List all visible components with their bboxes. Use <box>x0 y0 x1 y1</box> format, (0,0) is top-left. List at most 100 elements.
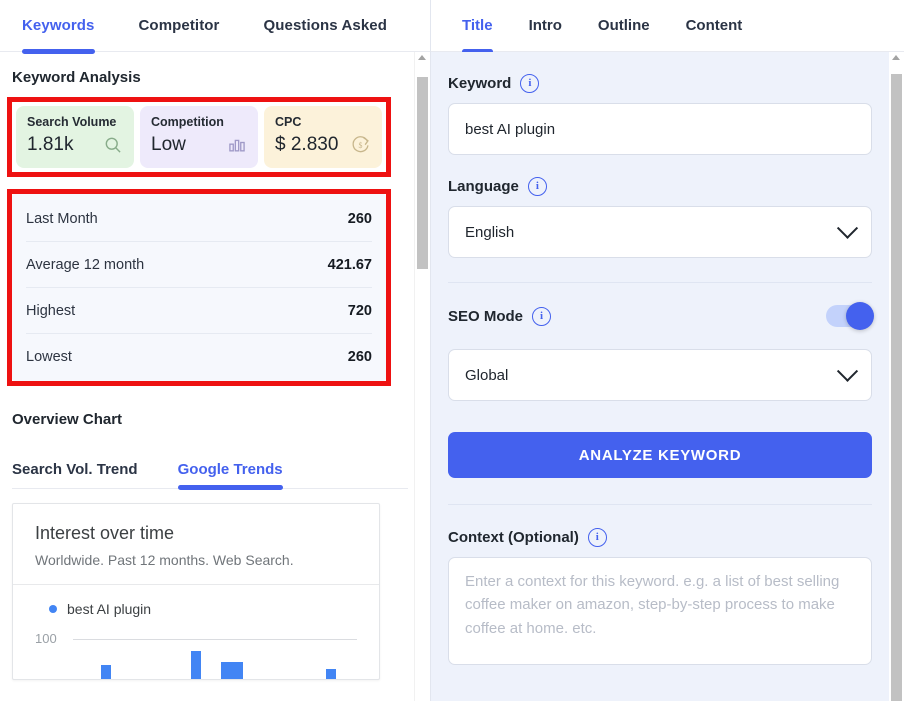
seo-scope-selected-value: Global <box>465 366 509 384</box>
metric-row-search-volume: 1.81k <box>27 134 123 156</box>
keyword-input[interactable]: best AI plugin <box>448 103 872 155</box>
tab-competitor[interactable]: Competitor <box>139 0 220 52</box>
metric-value-competition: Low <box>151 134 186 155</box>
tab-content[interactable]: Content <box>686 0 743 52</box>
trend-card-body: best AI plugin 100 <box>13 585 379 679</box>
divider <box>448 504 872 505</box>
tab-title-label: Title <box>462 17 493 34</box>
language-label: Language <box>448 178 519 195</box>
right-scrollbar[interactable] <box>889 52 904 701</box>
right-tab-bar: Title Intro Outline Content <box>430 0 904 54</box>
panel-divider <box>430 0 431 701</box>
chevron-down-icon <box>836 360 859 382</box>
metric-cards: Search Volume 1.81k Competition Low CPC … <box>16 106 382 168</box>
left-content: Keyword Analysis Search Volume 1.81k Com… <box>0 69 430 680</box>
seo-scope-select[interactable]: Global <box>448 349 872 401</box>
app-root: Keywords Competitor Questions Asked Keyw… <box>0 0 904 701</box>
tab-intro-label: Intro <box>528 17 562 34</box>
left-tab-bar: Keywords Competitor Questions Asked <box>0 0 430 54</box>
stat-value-last-month: 260 <box>347 210 372 227</box>
scroll-up-arrow-icon[interactable] <box>892 55 900 60</box>
trend-card-title: Interest over time <box>35 523 175 543</box>
right-panel: Title Intro Outline Content Keyword i be… <box>430 0 904 701</box>
left-scrollbar-thumb[interactable] <box>417 77 428 269</box>
tab-google-trends[interactable]: Google Trends <box>177 450 283 490</box>
context-textarea[interactable]: Enter a context for this keyword. e.g. a… <box>448 557 872 665</box>
search-icon <box>103 135 123 155</box>
stat-label-average-12-month: Average 12 month <box>26 256 145 273</box>
bar-chart-icon <box>227 135 247 155</box>
trend-card-subtitle: Worldwide. Past 12 months. Web Search. <box>35 551 294 568</box>
stat-label-highest: Highest <box>26 302 76 319</box>
dollar-refresh-icon: $ <box>350 134 371 155</box>
table-row: Last Month 260 <box>26 196 372 242</box>
tab-search-vol-trend[interactable]: Search Vol. Trend <box>12 450 138 488</box>
seo-mode-label: SEO Mode <box>448 307 524 325</box>
language-select[interactable]: English <box>448 206 872 258</box>
info-icon[interactable]: i <box>587 528 607 547</box>
right-content: Keyword i best AI plugin Language i Engl… <box>430 52 904 665</box>
metric-label-cpc: CPC <box>275 115 302 129</box>
stat-label-last-month: Last Month <box>26 210 98 227</box>
tab-outline[interactable]: Outline <box>598 0 650 52</box>
tab-questions-asked-label: Questions Asked <box>263 17 387 34</box>
chart-bars <box>73 640 357 679</box>
legend-label: best AI plugin <box>67 600 152 617</box>
keyword-label-row: Keyword i <box>448 74 872 93</box>
left-panel: Keywords Competitor Questions Asked Keyw… <box>0 0 430 701</box>
seo-mode-label-row: SEO Mode i <box>448 306 552 326</box>
stats-table: Last Month 260 Average 12 month 421.67 H… <box>12 194 386 381</box>
info-icon[interactable]: i <box>520 74 540 93</box>
tab-title[interactable]: Title <box>462 0 493 54</box>
tab-keywords-label: Keywords <box>22 17 95 34</box>
keyword-analysis-title: Keyword Analysis <box>12 69 141 86</box>
tab-competitor-label: Competitor <box>138 17 220 34</box>
chart-bar <box>326 668 336 679</box>
language-label-row: Language i <box>448 177 872 196</box>
trend-card-header: Interest over time Worldwide. Past 12 mo… <box>13 504 379 585</box>
divider <box>448 282 872 283</box>
metric-card-competition[interactable]: Competition Low <box>140 106 258 168</box>
chart-bar <box>191 650 201 679</box>
metric-card-search-volume[interactable]: Search Volume 1.81k <box>16 106 134 168</box>
tab-keywords[interactable]: Keywords <box>22 0 95 54</box>
metric-label-search-volume: Search Volume <box>27 115 117 129</box>
chevron-down-icon <box>836 217 859 239</box>
right-scrollbar-thumb[interactable] <box>891 74 902 701</box>
language-selected-value: English <box>465 223 515 241</box>
table-row: Highest 720 <box>26 288 372 334</box>
metric-value-cpc: $ 2.830 <box>275 134 339 155</box>
table-row: Lowest 260 <box>26 334 372 379</box>
seo-mode-toggle[interactable] <box>826 302 874 330</box>
metric-card-cpc[interactable]: CPC $ 2.830 $ <box>264 106 382 168</box>
google-trends-card: Interest over time Worldwide. Past 12 mo… <box>12 503 380 680</box>
tab-google-trends-label: Google Trends <box>177 460 283 478</box>
svg-text:$: $ <box>359 141 363 150</box>
left-scrollbar[interactable] <box>414 52 430 701</box>
legend-dot-icon <box>49 604 57 613</box>
chart-legend: best AI plugin <box>35 601 357 617</box>
tab-intro[interactable]: Intro <box>529 0 562 52</box>
info-icon[interactable]: i <box>527 177 547 196</box>
tab-content-label: Content <box>685 17 743 34</box>
table-row: Average 12 month 421.67 <box>26 242 372 288</box>
tab-questions-asked[interactable]: Questions Asked <box>264 0 387 52</box>
info-icon[interactable]: i <box>532 306 552 326</box>
right-scroll-area: Keyword i best AI plugin Language i Engl… <box>430 52 904 701</box>
stat-value-average-12-month: 421.67 <box>327 256 372 273</box>
trend-plot: 100 <box>35 631 357 679</box>
seo-mode-row: SEO Mode i <box>448 302 874 330</box>
scroll-up-arrow-icon[interactable] <box>418 55 426 60</box>
chart-bar <box>221 661 243 679</box>
chart-tab-bar: Search Vol. Trend Google Trends <box>12 450 408 490</box>
metric-label-competition: Competition <box>151 115 224 129</box>
toggle-knob <box>846 302 874 330</box>
stats-highlight-box: Last Month 260 Average 12 month 421.67 H… <box>7 189 391 386</box>
tab-outline-label: Outline <box>597 17 650 34</box>
overview-chart-title: Overview Chart <box>12 411 123 428</box>
stat-label-lowest: Lowest <box>26 348 72 365</box>
stat-value-lowest: 260 <box>347 348 372 365</box>
analyze-keyword-button-label: ANALYZE KEYWORD <box>578 446 742 464</box>
analyze-keyword-button[interactable]: ANALYZE KEYWORD <box>448 432 872 478</box>
y-axis-tick-100: 100 <box>35 630 57 646</box>
